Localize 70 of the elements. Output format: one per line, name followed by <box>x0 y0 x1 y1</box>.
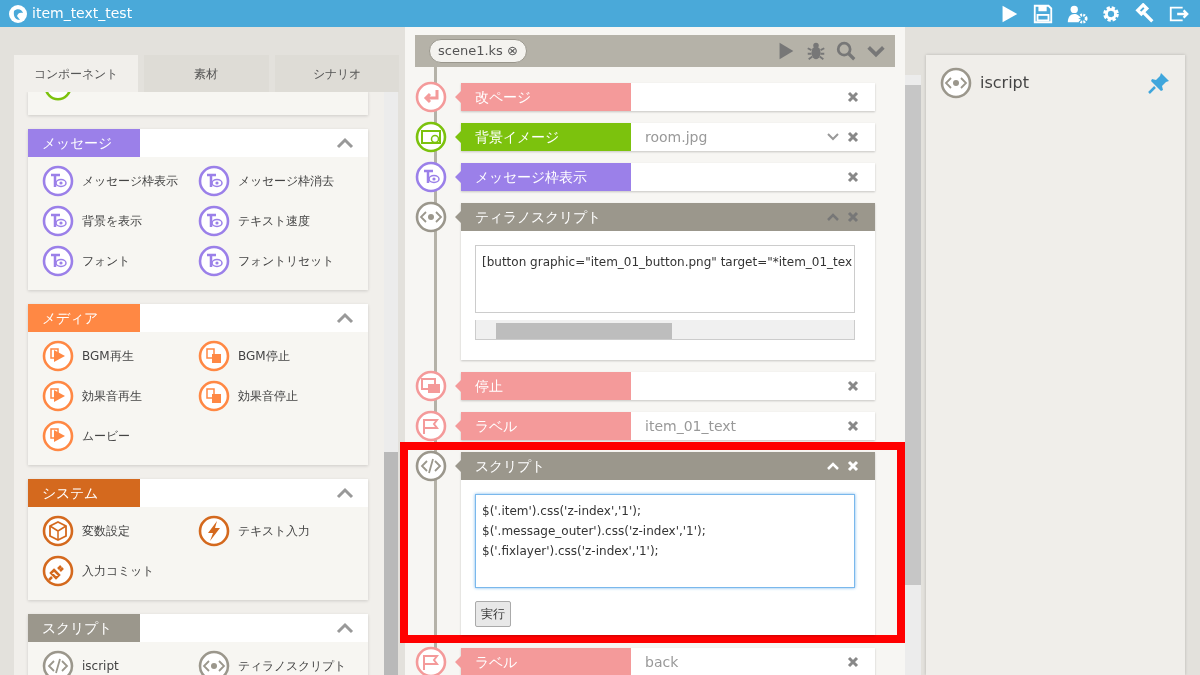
palette-item[interactable]: 効果音再生 <box>82 387 142 405</box>
close-icon[interactable] <box>847 171 859 183</box>
code-icon <box>415 450 447 482</box>
bug-icon[interactable] <box>805 40 827 62</box>
cube-icon <box>42 515 74 547</box>
eye-icon <box>198 245 230 277</box>
brackets-icon <box>940 67 972 99</box>
palette-item[interactable]: ティラノスクリプト <box>238 657 346 675</box>
eye-icon <box>198 165 230 197</box>
palette-item[interactable]: フォントリセット <box>238 252 334 270</box>
close-icon[interactable] <box>847 656 859 668</box>
code-editor[interactable]: $('.item').css('z-index','1'); $('.message_outer').css('z-index','1'); $('.fixlayer').css('z-index','1'); <box>475 494 855 588</box>
code-icon <box>42 650 74 675</box>
horizontal-scrollbar[interactable] <box>475 320 855 340</box>
screen-icon <box>415 370 447 402</box>
scrollbar-thumb[interactable] <box>905 85 921 585</box>
close-icon[interactable] <box>847 380 859 392</box>
pin-icon[interactable] <box>1147 71 1171 95</box>
file-tab[interactable]: scene1.ks ⊗ <box>429 39 527 63</box>
lightning-icon <box>198 515 230 547</box>
plug-icon <box>42 555 74 587</box>
close-icon[interactable] <box>847 91 859 103</box>
close-icon[interactable] <box>847 420 859 432</box>
dropdown-caret-icon[interactable] <box>827 131 839 143</box>
collapse-caret-icon[interactable] <box>336 312 354 324</box>
pinned-item[interactable]: iscript <box>980 71 1030 95</box>
palette-item[interactable]: メッセージ枠表示 <box>82 172 178 190</box>
collapse-caret-icon[interactable] <box>827 211 839 223</box>
collapse-caret-icon[interactable] <box>827 460 839 472</box>
scrollbar-thumb[interactable] <box>384 452 398 675</box>
image-icon <box>415 121 447 153</box>
eye-icon <box>42 205 74 237</box>
close-icon[interactable] <box>847 211 859 223</box>
panel-tab[interactable]: 素材 <box>144 55 269 92</box>
code-editor[interactable]: [button graphic="item_01_button.png" target="*item_01_tex <box>475 245 855 313</box>
stop-icon <box>198 340 230 372</box>
brackets-icon <box>198 650 230 675</box>
palette-item[interactable]: 効果音停止 <box>238 387 298 405</box>
panel-tab[interactable]: シナリオ <box>274 55 399 92</box>
eye-icon <box>42 245 74 277</box>
palette-item[interactable]: 背景を表示 <box>82 212 142 230</box>
collapse-caret-icon[interactable] <box>336 622 354 634</box>
palette-item[interactable]: フォント <box>82 252 130 270</box>
palette-item[interactable]: BGM再生 <box>82 347 134 365</box>
close-icon[interactable] <box>847 131 859 143</box>
flag-icon <box>415 410 447 442</box>
eye-icon <box>198 205 230 237</box>
palette-item[interactable]: BGM停止 <box>238 347 290 365</box>
eye-icon <box>42 165 74 197</box>
panel-tab[interactable]: コンポーネント <box>14 55 139 92</box>
palette-item[interactable]: テキスト速度 <box>238 212 310 230</box>
palette-item[interactable]: メッセージ枠消去 <box>238 172 334 190</box>
brackets-icon <box>415 201 447 233</box>
stop-icon <box>198 380 230 412</box>
play-icon <box>42 420 74 452</box>
palette-item[interactable]: ムービー <box>82 427 130 445</box>
collapse-caret-icon[interactable] <box>336 487 354 499</box>
section-title[interactable]: システム <box>28 479 140 507</box>
eye-icon <box>415 161 447 193</box>
search-icon[interactable] <box>835 40 857 62</box>
app-title: item_text_test <box>32 4 133 23</box>
collapse-caret-icon[interactable] <box>336 137 354 149</box>
palette-item[interactable]: 変数設定 <box>82 522 130 540</box>
palette-item[interactable]: iscript <box>82 657 119 675</box>
play-icon <box>42 340 74 372</box>
play-icon <box>42 380 74 412</box>
logo-icon <box>8 3 28 24</box>
run-button[interactable]: 実行 <box>475 601 511 627</box>
palette-item[interactable]: テキスト入力 <box>238 522 310 540</box>
palette-item[interactable]: 入力コミット <box>82 562 154 580</box>
